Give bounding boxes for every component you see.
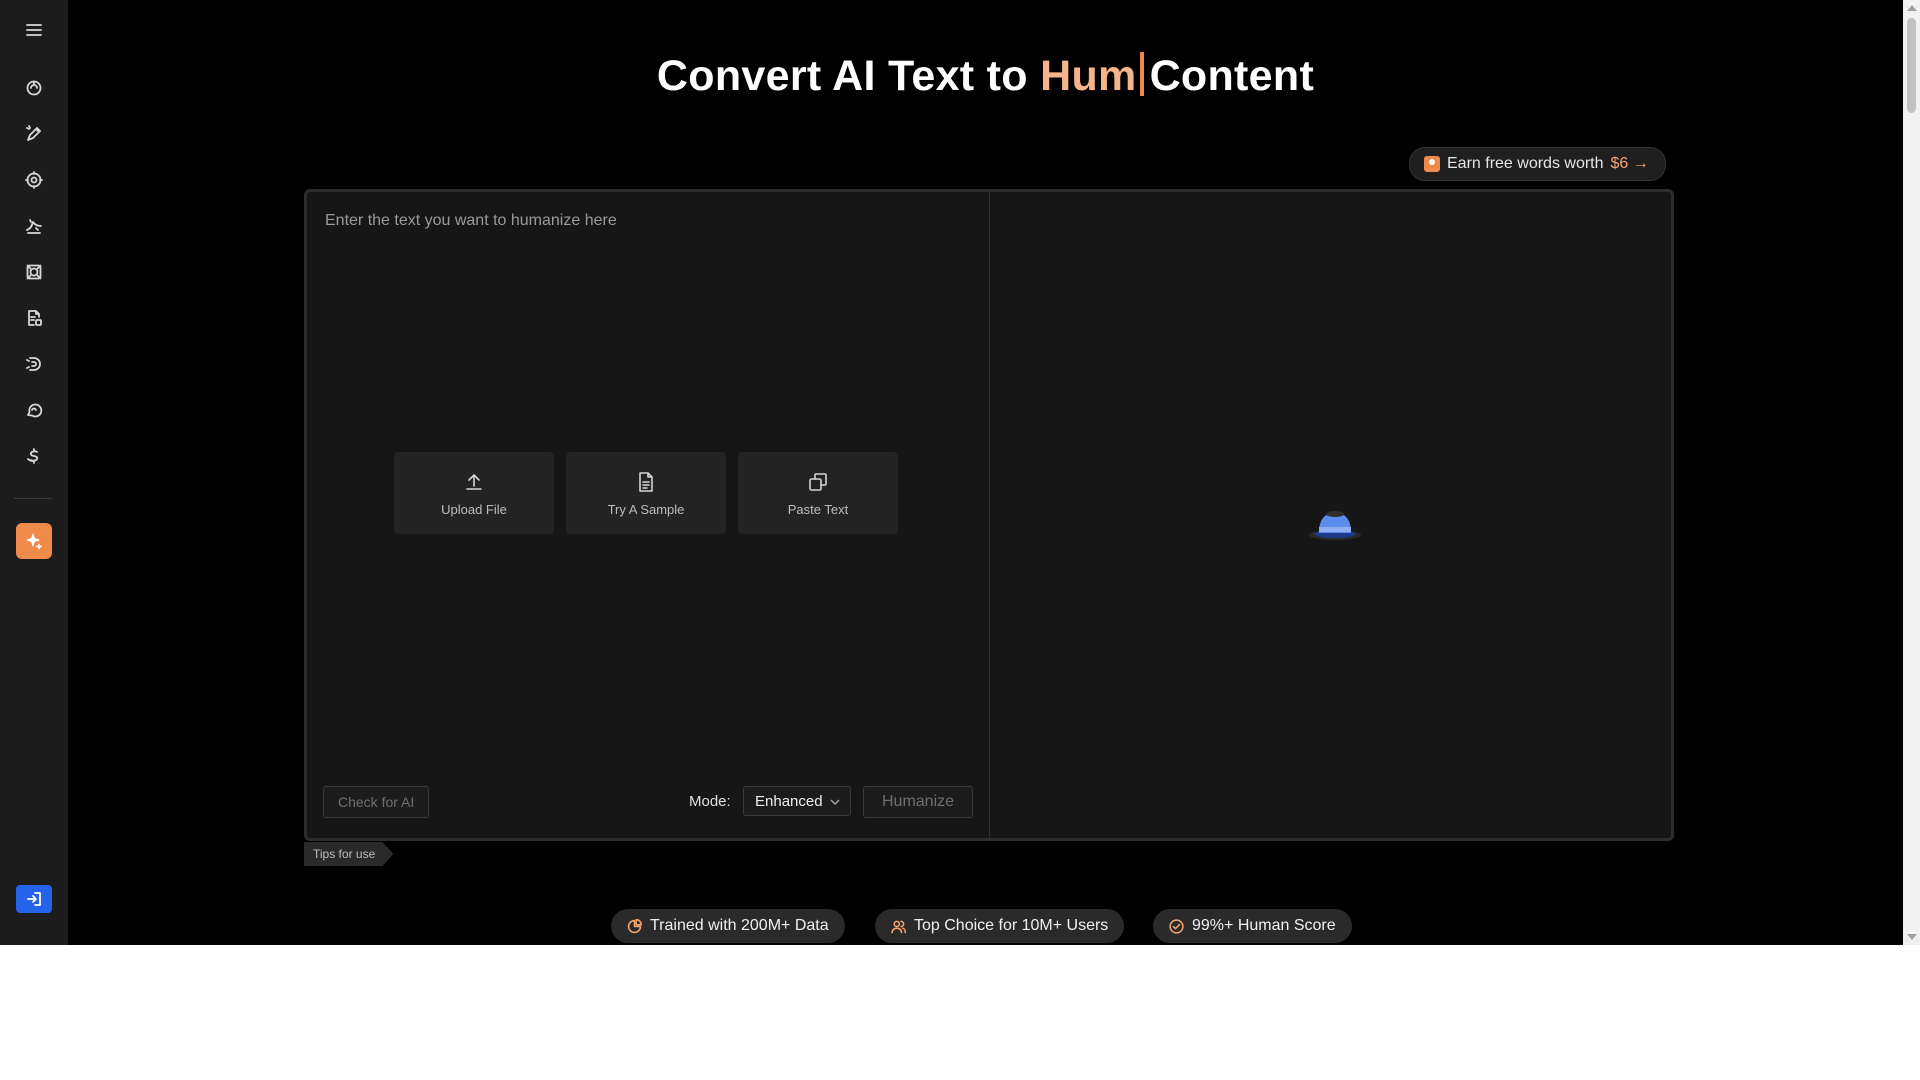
ai-detector-icon [25, 171, 43, 189]
badge-trained-data: Trained with 200M+ Data [611, 909, 845, 943]
paste-text-button[interactable]: Paste Text [738, 452, 898, 534]
scroll-up-arrow[interactable] [1907, 5, 1917, 11]
sidebar-item-ai-writer[interactable] [16, 116, 52, 152]
earn-amount: $6 → [1610, 155, 1649, 172]
mode-label: Mode: [689, 793, 731, 810]
ai-writer-icon [26, 125, 41, 141]
menu-button[interactable] [16, 12, 52, 48]
loading-hat-icon [1309, 511, 1361, 540]
sidebar-item-ai-detector[interactable] [16, 162, 52, 198]
sidebar-item-ai-sparkle[interactable] [16, 523, 52, 559]
check-for-ai-button[interactable]: Check for AI [323, 786, 430, 818]
document-icon [639, 471, 653, 492]
sidebar-item-chat[interactable] [16, 392, 52, 428]
mode-select[interactable]: Enhanced [743, 786, 851, 816]
tips-for-use-tag[interactable]: Tips for use [304, 842, 394, 866]
input-pane: Upload File Try A Sample Paste Text Chec… [307, 192, 990, 838]
sidebar-item-grammar-checker[interactable] [16, 254, 52, 290]
earn-free-words-pill[interactable]: Earn free words worth $6 → [1409, 147, 1666, 181]
sidebar-item-summarizer[interactable] [16, 300, 52, 336]
plagiarism-icon [26, 357, 41, 371]
pie-chart-icon [627, 918, 643, 933]
title-suffix: Content [1149, 52, 1315, 100]
grammar-checker-icon [26, 264, 42, 280]
badge-human-score: 99%+ Human Score [1153, 909, 1352, 943]
summarizer-icon [28, 310, 42, 326]
paraphraser-icon [26, 219, 42, 234]
paste-text-label: Paste Text [787, 501, 849, 517]
earn-text: Earn free words worth [1447, 155, 1604, 172]
scroll-down-arrow[interactable] [1907, 934, 1917, 940]
sidebar-divider [14, 498, 52, 499]
ai-sparkle-icon [26, 533, 42, 550]
try-sample-button[interactable]: Try A Sample [566, 452, 726, 534]
output-pane [990, 192, 1671, 838]
upload-file-label: Upload File [441, 501, 507, 517]
sidebar [0, 0, 68, 945]
ai-humanizer-icon [26, 80, 42, 96]
mode-value: Enhanced [755, 792, 823, 810]
humanizer-editor: Upload File Try A Sample Paste Text Chec… [304, 189, 1674, 841]
badge-text: 99%+ Human Score [1192, 917, 1336, 934]
menu-icon [26, 24, 42, 36]
scroll-thumb[interactable] [1907, 18, 1916, 113]
login-button[interactable] [16, 885, 52, 913]
upload-file-button[interactable]: Upload File [394, 452, 554, 534]
badge-top-choice: Top Choice for 10M+ Users [875, 909, 1125, 943]
title-typing-accent: Hum [1040, 52, 1137, 100]
chevron-down-icon [830, 799, 840, 805]
badge-text: Top Choice for 10M+ Users [914, 917, 1109, 934]
gift-icon [1424, 156, 1440, 172]
arrow-right-icon: → [1632, 155, 1649, 172]
title-prefix: Convert AI Text to [656, 52, 1041, 100]
typing-caret [1139, 52, 1144, 96]
users-icon [891, 920, 907, 933]
chat-icon [27, 403, 43, 418]
sidebar-item-ai-humanizer[interactable] [16, 70, 52, 106]
sidebar-item-paraphraser[interactable] [16, 208, 52, 244]
page-scrollbar[interactable] [1903, 0, 1920, 945]
try-sample-label: Try A Sample [607, 501, 685, 517]
sidebar-item-plagiarism[interactable] [16, 346, 52, 382]
app-viewport: Convert AI Text to Hum Content Earn free … [0, 0, 1920, 945]
humanize-button[interactable]: Humanize [863, 786, 973, 818]
page-title: Convert AI Text to Hum Content [68, 52, 1903, 101]
pricing-icon [27, 448, 39, 464]
copy-icon [809, 472, 827, 491]
badge-text: Trained with 200M+ Data [650, 917, 829, 934]
login-icon [27, 892, 41, 906]
upload-icon [466, 473, 482, 490]
sidebar-item-pricing[interactable] [16, 438, 52, 474]
check-badge-icon [1169, 918, 1184, 934]
